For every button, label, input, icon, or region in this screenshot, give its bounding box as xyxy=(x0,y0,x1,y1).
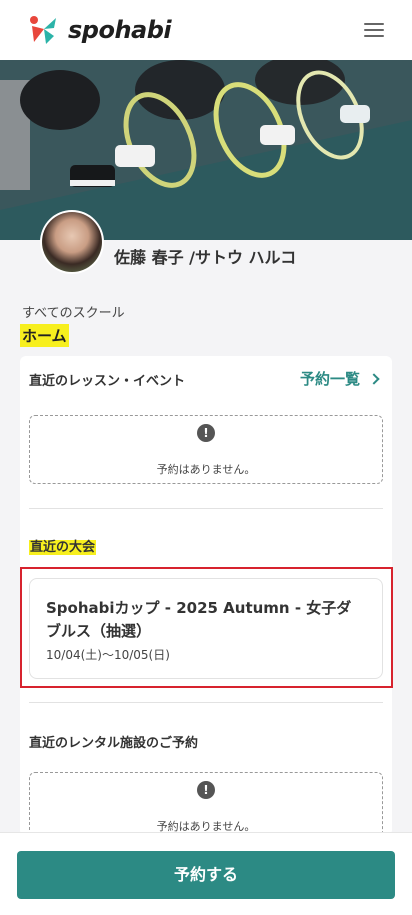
divider xyxy=(29,702,383,703)
rentals-heading: 直近のレンタル施設のご予約 xyxy=(29,736,199,751)
lessons-empty-text: 予約はありません。 xyxy=(156,463,256,476)
tournament-card[interactable]: Spohabiカップ - 2025 Autumn - 女子ダブルス（抽選） 10… xyxy=(29,578,383,679)
reservation-list-link[interactable]: 予約一覧 xyxy=(299,368,380,389)
avatar[interactable] xyxy=(40,210,104,274)
page-title: ホーム xyxy=(20,324,69,347)
logo-text: spohabi xyxy=(68,16,172,44)
chevron-right-icon xyxy=(368,372,380,385)
user-name: 佐藤 春子 /サトウ ハルコ xyxy=(114,248,297,267)
logo[interactable]: spohabi xyxy=(28,14,172,46)
breadcrumb[interactable]: すべてのスクール xyxy=(22,302,125,321)
tournament-date: 10/04(土)〜10/05(日) xyxy=(46,648,170,662)
rentals-empty-state: ! 予約はありません。 xyxy=(29,772,383,841)
tournament-title: Spohabiカップ - 2025 Autumn - 女子ダブルス（抽選） xyxy=(46,599,352,640)
reserve-button[interactable]: 予約する xyxy=(17,851,395,899)
lessons-heading: 直近のレッスン・イベント xyxy=(29,374,186,389)
spohabi-logo-icon xyxy=(28,14,60,46)
hamburger-menu-icon[interactable] xyxy=(364,23,384,37)
tournaments-heading: 直近の大会 xyxy=(29,540,97,555)
exclamation-icon: ! xyxy=(197,424,215,442)
bottom-action-bar: 予約する xyxy=(0,832,412,915)
lessons-empty-state: ! 予約はありません。 xyxy=(29,415,383,484)
avatar-photo xyxy=(42,212,102,272)
reservation-list-label: 予約一覧 xyxy=(299,370,360,388)
app-header: spohabi xyxy=(0,0,412,60)
divider xyxy=(29,508,383,509)
exclamation-icon: ! xyxy=(197,781,215,799)
